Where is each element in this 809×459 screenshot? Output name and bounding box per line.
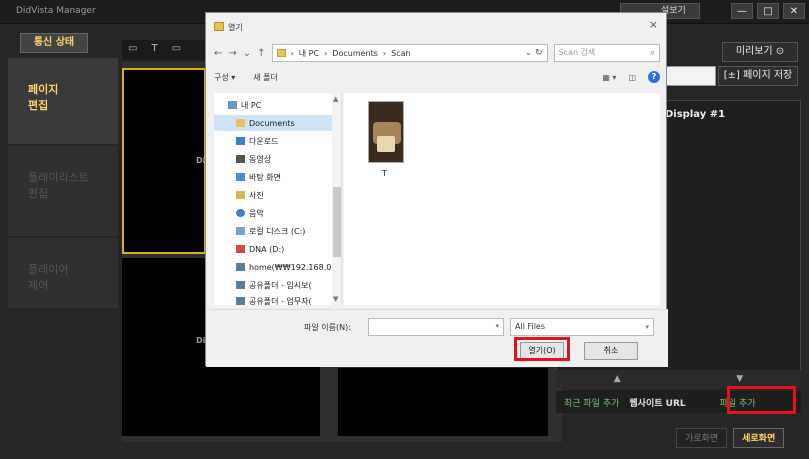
- picture-icon: [236, 191, 245, 199]
- comm-status-button[interactable]: 통신 상태: [20, 33, 88, 53]
- search-input[interactable]: Scan 검색 ⌕: [553, 44, 660, 62]
- canvas-toolbar: ▭ T ▭: [122, 40, 212, 60]
- preview-button[interactable]: 미리보기 ⊙: [722, 42, 798, 62]
- text-tool-icon[interactable]: T: [151, 43, 157, 57]
- frame-tool-icon[interactable]: ▭: [128, 43, 137, 57]
- tree-item-dna-drive[interactable]: DNA (D:): [214, 241, 332, 257]
- move-up-icon[interactable]: ▲: [614, 370, 621, 388]
- filename-label: 파일 이름(N):: [304, 323, 351, 332]
- canvas-tag: Di: [196, 156, 206, 165]
- breadcrumb-item[interactable]: Scan: [391, 49, 410, 58]
- open-button[interactable]: 열기(O): [520, 342, 564, 360]
- forward-icon[interactable]: →: [228, 48, 236, 59]
- cancel-button[interactable]: 취소: [584, 342, 638, 360]
- desktop-icon: [236, 173, 245, 181]
- nav-item-playlist-edit[interactable]: 플레이리스트 편집: [8, 146, 118, 236]
- help-icon[interactable]: ?: [648, 71, 660, 83]
- dialog-toolbar: 구성 ▾ 새 폴더 ▦ ▾ ◫ ?: [214, 69, 660, 85]
- left-nav: 페이지 편집 플레이리스트 편집 플레이어 제어: [8, 58, 118, 308]
- video-icon: [236, 155, 245, 163]
- chevron-down-icon[interactable]: ▾: [495, 322, 499, 330]
- drive-icon: [236, 227, 245, 235]
- dialog-bottom-bar: 파일 이름(N): ▾ All Files ▾ 열기(O) 취소: [206, 309, 668, 367]
- page-name-input[interactable]: [666, 66, 716, 86]
- tree-item-local-disk[interactable]: 로컬 디스크 (C:): [214, 223, 332, 239]
- tree-item-shared-work[interactable]: 공유폴더 - 업무자(: [214, 293, 332, 305]
- nav-item-page-edit[interactable]: 페이지 편집: [8, 58, 118, 144]
- dialog-close-icon[interactable]: ×: [649, 18, 658, 31]
- move-down-icon[interactable]: ▼: [736, 370, 743, 388]
- chevron-down-icon: ▾: [645, 323, 649, 331]
- maximize-button[interactable]: □: [757, 3, 779, 19]
- back-icon[interactable]: ←: [214, 48, 222, 59]
- address-row: ← → ⌄ ↑ › 내 PC › Documents › Scan ⌄ ↻ Sc…: [214, 43, 660, 63]
- tree-item-pictures[interactable]: 사진: [214, 187, 332, 203]
- canvas-region-selected[interactable]: Di: [122, 68, 206, 254]
- add-file-button[interactable]: 파일 추가: [720, 396, 756, 409]
- drive-icon: [236, 245, 245, 253]
- file-name[interactable]: T: [382, 169, 387, 178]
- tree-item-downloads[interactable]: 다운로드: [214, 133, 332, 149]
- page-save-button[interactable]: [±] 페이지 저장: [718, 66, 798, 86]
- pc-icon: [228, 101, 237, 109]
- folder-icon: [276, 49, 286, 57]
- address-bar[interactable]: › 내 PC › Documents › Scan ⌄ ↻: [271, 44, 548, 62]
- search-icon: ⌕: [649, 48, 655, 58]
- tree-item-pc[interactable]: 내 PC: [214, 97, 332, 113]
- network-icon: [236, 297, 245, 305]
- portrait-button[interactable]: 세로화면: [733, 428, 785, 448]
- nav-item-player-control[interactable]: 플레이어 제어: [8, 238, 118, 308]
- app-title: DidVista Manager: [16, 6, 96, 16]
- reorder-arrows: ▲ ▼: [556, 370, 801, 388]
- file-thumbnail[interactable]: [368, 101, 404, 163]
- canvas-region[interactable]: [338, 368, 548, 436]
- tree-item-network-home[interactable]: home(₩₩192.168.0: [214, 259, 332, 275]
- breadcrumb-item[interactable]: Documents: [332, 49, 378, 58]
- network-icon: [236, 263, 245, 271]
- up-icon[interactable]: ↑: [257, 48, 265, 59]
- preview-pane-icon[interactable]: ◫: [628, 73, 636, 82]
- folder-tree: 내 PC Documents 다운로드 동영상 바탕 화면 사진 음악 로컬 디…: [214, 93, 342, 305]
- tree-item-desktop[interactable]: 바탕 화면: [214, 169, 332, 185]
- tree-scrollbar[interactable]: ▲ ▼: [332, 93, 341, 305]
- website-url-button[interactable]: 웹사이트 URL: [629, 396, 685, 409]
- folder-icon: [236, 119, 245, 127]
- scrollbar-thumb[interactable]: [333, 187, 341, 257]
- recent-dropdown-icon[interactable]: ⌄: [243, 48, 251, 59]
- recent-file-button[interactable]: 최근 파일 추가: [564, 396, 619, 409]
- tree-item-music[interactable]: 음악: [214, 205, 332, 221]
- network-icon: [236, 281, 245, 289]
- dialog-title: 열기: [228, 23, 243, 32]
- breadcrumb-item[interactable]: 내 PC: [299, 48, 319, 59]
- scroll-down-icon[interactable]: ▼: [333, 295, 338, 303]
- media-action-row: 최근 파일 추가 웹사이트 URL 파일 추가: [556, 391, 801, 413]
- frame-tool-icon-2[interactable]: ▭: [172, 43, 181, 57]
- search-placeholder: Scan 검색: [558, 48, 596, 57]
- view-mode-icon[interactable]: ▦ ▾: [602, 73, 616, 82]
- refresh-icon[interactable]: ⌄ ↻: [525, 48, 547, 58]
- file-list: T: [344, 93, 660, 305]
- filename-input[interactable]: ▾: [368, 318, 504, 336]
- window-controls: — □ ✕: [731, 3, 805, 19]
- tree-item-documents[interactable]: Documents: [214, 115, 332, 131]
- file-type-select[interactable]: All Files ▾: [510, 318, 654, 336]
- minimize-button[interactable]: —: [731, 3, 753, 19]
- tree-item-shared-temp[interactable]: 공유폴더 - 임시보(: [214, 277, 332, 293]
- orientation-row: 가로화면 세로화면: [676, 428, 801, 448]
- landscape-button[interactable]: 가로화면: [676, 428, 728, 448]
- dialog-folder-icon: [214, 22, 224, 31]
- display-title: Display #1: [665, 109, 726, 120]
- download-icon: [236, 137, 245, 145]
- organize-button[interactable]: 구성 ▾: [214, 72, 235, 83]
- new-folder-button[interactable]: 새 폴더: [253, 72, 278, 83]
- open-file-dialog: 열기 × ← → ⌄ ↑ › 내 PC › Documents › Scan ⌄…: [205, 12, 668, 367]
- canvas-tag: Di: [196, 336, 206, 345]
- tree-item-videos[interactable]: 동영상: [214, 151, 332, 167]
- close-button[interactable]: ✕: [783, 3, 805, 19]
- scroll-up-icon[interactable]: ▲: [333, 95, 338, 103]
- music-icon: [236, 209, 245, 217]
